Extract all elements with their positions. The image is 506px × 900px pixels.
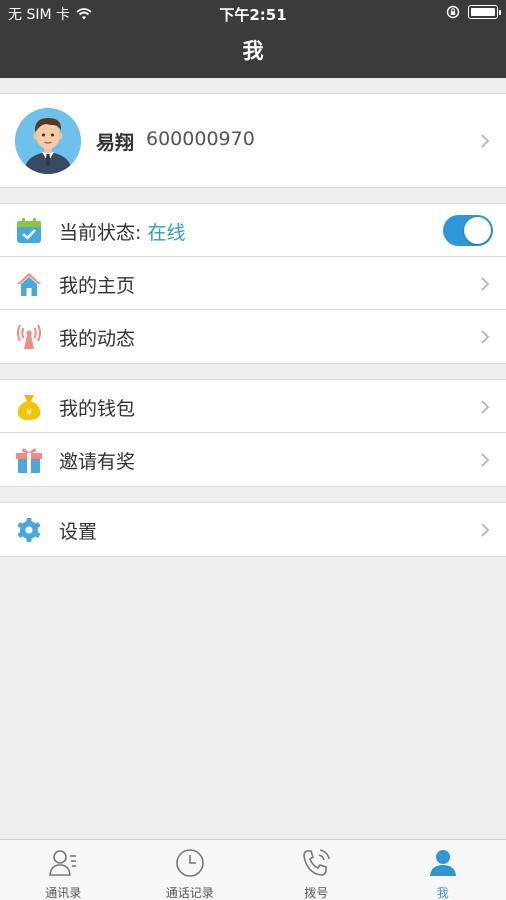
menu-group-wallet: ¥ 我的钱包 邀请有奖 — [0, 379, 506, 487]
chevron-right-icon — [481, 400, 490, 414]
chevron-right-icon — [481, 277, 490, 291]
menu-item-settings[interactable]: 设置 — [0, 503, 506, 556]
nav-bar: 我 — [0, 26, 506, 78]
status-bar: 无 SIM 卡 下午2:51 — [0, 0, 506, 26]
avatar-image — [15, 108, 81, 174]
chevron-right-icon — [481, 453, 490, 467]
menu-item-label: 设置 — [59, 521, 98, 543]
tab-me[interactable]: 我 — [380, 840, 506, 900]
menu-item-label: 邀请有奖 — [59, 451, 136, 473]
tab-call-history[interactable]: 通话记录 — [127, 840, 254, 900]
calendar-icon — [17, 218, 41, 243]
money-bag-icon: ¥ — [17, 395, 41, 420]
menu-item-homepage[interactable]: 我的主页 — [0, 257, 506, 310]
avatar — [15, 108, 81, 174]
menu-item-invite[interactable]: 邀请有奖 — [0, 433, 506, 486]
tab-label: 通讯录 — [45, 886, 82, 900]
chevron-right-icon — [481, 330, 490, 344]
battery-icon — [468, 5, 501, 19]
svg-text:¥: ¥ — [26, 408, 32, 418]
menu-item-wallet[interactable]: ¥ 我的钱包 — [0, 380, 506, 433]
profile-card[interactable]: 易翔 600000970 — [0, 93, 506, 188]
toggle-knob — [464, 217, 491, 244]
menu-item-label: 我的钱包 — [59, 398, 136, 420]
clock-icon — [175, 849, 204, 877]
orientation-lock-icon — [446, 5, 460, 19]
menu-group-settings: 设置 — [0, 502, 506, 557]
status-row: 当前状态: 在线 — [0, 204, 506, 257]
broadcast-icon — [17, 324, 41, 349]
menu-group-status: 当前状态: 在线 我的主页 我的动态 — [0, 203, 506, 364]
contacts-icon — [49, 850, 77, 876]
tab-dialer[interactable]: 拨号 — [253, 840, 380, 900]
status-label: 当前状态: — [59, 222, 142, 244]
tab-label: 通话记录 — [165, 886, 214, 900]
menu-item-label: 我的主页 — [59, 275, 136, 297]
page-title: 我 — [242, 39, 264, 63]
tab-bar: 通讯录 通话记录 拨号 我 — [0, 839, 506, 900]
status-value: 在线 — [147, 222, 186, 244]
tab-label: 拨号 — [304, 886, 329, 900]
menu-item-label: 我的动态 — [59, 328, 136, 350]
chevron-right-icon — [481, 523, 490, 537]
tab-contacts[interactable]: 通讯录 — [0, 840, 127, 900]
profile-id: 600000970 — [146, 128, 255, 150]
gear-icon — [17, 518, 41, 542]
menu-item-moments[interactable]: 我的动态 — [0, 310, 506, 363]
person-icon — [429, 850, 456, 876]
phone-icon — [303, 849, 330, 876]
tab-label: 我 — [436, 886, 449, 900]
home-icon — [17, 273, 41, 296]
chevron-right-icon — [481, 134, 490, 148]
profile-name: 易翔 — [96, 132, 135, 154]
gift-icon — [16, 448, 42, 473]
online-status-toggle[interactable] — [443, 215, 493, 246]
clock: 下午2:51 — [219, 6, 287, 24]
